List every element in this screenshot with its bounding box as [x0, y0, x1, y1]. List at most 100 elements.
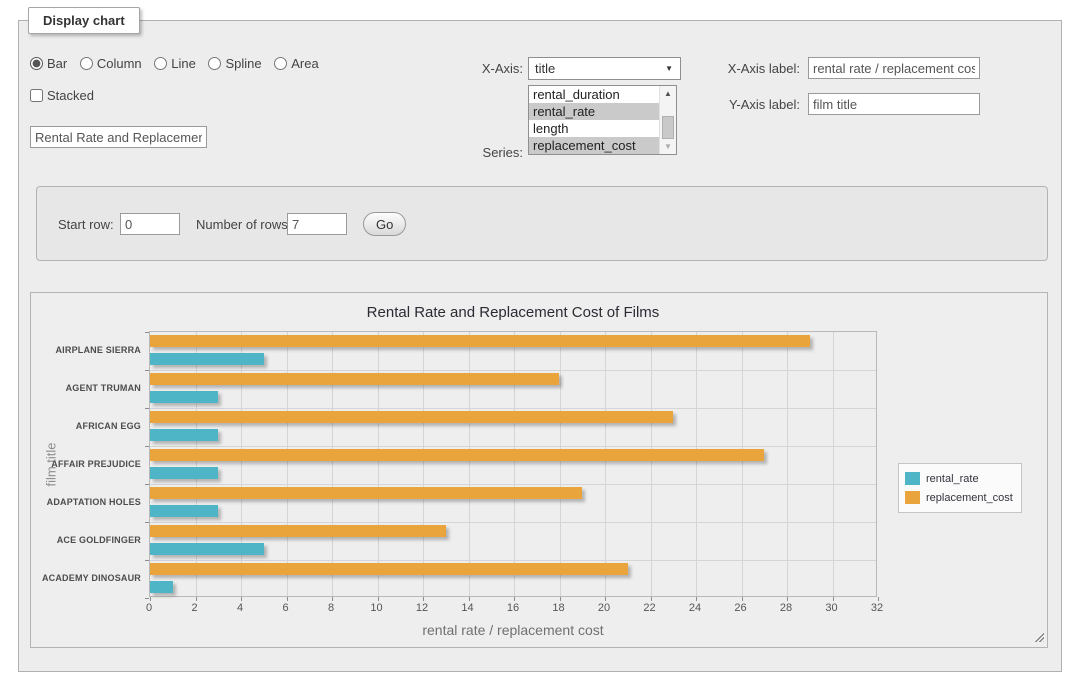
chart-type-bar-radio[interactable]: [30, 57, 43, 70]
x-tick-label: 0: [132, 602, 166, 614]
chart-type-line-radio[interactable]: [154, 57, 167, 70]
x-tick-label: 10: [360, 602, 394, 614]
y-tick-mark: [145, 332, 149, 333]
chart-legend: rental_rate replacement_cost: [898, 463, 1022, 513]
x-tick-mark: [287, 597, 288, 601]
x-tick-mark: [378, 597, 379, 601]
bar-rental_rate: [150, 581, 173, 593]
category-label: AFRICAN EGG: [31, 407, 141, 445]
gridline: [150, 560, 876, 561]
y-tick-mark: [145, 484, 149, 485]
chart-type-area-radio[interactable]: [274, 57, 287, 70]
go-button[interactable]: Go: [363, 212, 406, 236]
chart-type-column-radio[interactable]: [80, 57, 93, 70]
y-tick-mark: [145, 370, 149, 371]
stacked-checkbox-label[interactable]: Stacked: [30, 88, 94, 103]
scroll-down-icon[interactable]: ▼: [660, 139, 676, 154]
gridline: [787, 332, 788, 596]
y-tick-mark: [145, 446, 149, 447]
legend-entry-rental-rate: rental_rate: [905, 469, 1013, 488]
x-tick-mark: [514, 597, 515, 601]
bar-replacement_cost: [150, 487, 582, 499]
bar-rental_rate: [150, 353, 264, 365]
gridline: [150, 408, 876, 409]
start-row-input[interactable]: [120, 213, 180, 235]
gridline: [605, 332, 606, 596]
series-option[interactable]: length: [529, 120, 659, 137]
gridline: [469, 332, 470, 596]
start-row-label: Start row:: [58, 217, 114, 232]
scroll-thumb[interactable]: [662, 116, 674, 139]
x-axis-selected-value: title: [535, 61, 555, 76]
gridline: [332, 332, 333, 596]
y-axis-label-input[interactable]: [808, 93, 980, 115]
y-axis-label-label: Y-Axis label:: [700, 97, 800, 112]
chart-panel: Rental Rate and Replacement Cost of Film…: [30, 292, 1048, 648]
legend-swatch-replacement-cost-icon: [905, 491, 920, 504]
series-option[interactable]: replacement_cost: [529, 137, 659, 154]
stacked-checkbox[interactable]: [30, 89, 43, 102]
gridline: [651, 332, 652, 596]
series-option[interactable]: rental_duration: [529, 86, 659, 103]
bar-rental_rate: [150, 429, 218, 441]
gridline: [150, 370, 876, 371]
x-axis-title: rental rate / replacement cost: [149, 622, 877, 638]
x-tick-label: 30: [815, 602, 849, 614]
x-tick-mark: [332, 597, 333, 601]
bar-rental_rate: [150, 391, 218, 403]
chart-title-input[interactable]: [30, 126, 207, 148]
gridline: [287, 332, 288, 596]
bar-replacement_cost: [150, 411, 673, 423]
gridline: [742, 332, 743, 596]
series-listbox[interactable]: rental_durationrental_ratelengthreplacem…: [528, 85, 677, 155]
category-label: AGENT TRUMAN: [31, 369, 141, 407]
bar-rental_rate: [150, 543, 264, 555]
chevron-down-icon: ▼: [665, 64, 673, 73]
chart-type-area[interactable]: Area: [274, 56, 318, 71]
chart-type-column[interactable]: Column: [80, 56, 142, 71]
fieldset-legend: Display chart: [28, 7, 140, 34]
x-tick-mark: [560, 597, 561, 601]
x-tick-label: 22: [633, 602, 667, 614]
y-tick-mark: [145, 522, 149, 523]
bar-rental_rate: [150, 505, 218, 517]
x-tick-label: 8: [314, 602, 348, 614]
series-scrollbar[interactable]: ▲ ▼: [659, 86, 676, 154]
x-tick-mark: [878, 597, 879, 601]
bar-replacement_cost: [150, 335, 810, 347]
x-axis-label-label: X-Axis label:: [700, 61, 800, 76]
x-tick-mark: [196, 597, 197, 601]
chart-type-radios: Bar Column Line Spline Area: [30, 56, 328, 71]
chart-type-spline-radio[interactable]: [208, 57, 221, 70]
x-tick-label: 4: [223, 602, 257, 614]
chart-type-bar[interactable]: Bar: [30, 56, 67, 71]
chart-type-line[interactable]: Line: [154, 56, 196, 71]
gridline: [150, 446, 876, 447]
num-rows-label: Number of rows:: [196, 217, 291, 232]
bar-rental_rate: [150, 467, 218, 479]
gridline: [196, 332, 197, 596]
num-rows-input[interactable]: [287, 213, 347, 235]
x-tick-mark: [241, 597, 242, 601]
category-label: ADAPTATION HOLES: [31, 483, 141, 521]
scroll-up-icon[interactable]: ▲: [660, 86, 676, 101]
chart-type-spline[interactable]: Spline: [208, 56, 261, 71]
plot-area: [149, 331, 877, 597]
bar-replacement_cost: [150, 525, 446, 537]
category-label: AIRPLANE SIERRA: [31, 331, 141, 369]
x-axis-select[interactable]: title ▼: [528, 57, 681, 80]
bar-replacement_cost: [150, 563, 628, 575]
gridline: [150, 484, 876, 485]
series-list-label: Series:: [440, 145, 523, 160]
x-tick-mark: [150, 597, 151, 601]
x-tick-labels: 02468101214161820222426283032: [149, 602, 877, 616]
bar-replacement_cost: [150, 449, 764, 461]
series-option[interactable]: rental_rate: [529, 103, 659, 120]
gridline: [423, 332, 424, 596]
x-tick-mark: [469, 597, 470, 601]
category-labels: AIRPLANE SIERRAAGENT TRUMANAFRICAN EGGAF…: [31, 331, 141, 597]
x-tick-mark: [423, 597, 424, 601]
resize-grip-icon[interactable]: [1033, 631, 1044, 642]
legend-entry-replacement-cost: replacement_cost: [905, 488, 1013, 507]
x-axis-label-input[interactable]: [808, 57, 980, 79]
